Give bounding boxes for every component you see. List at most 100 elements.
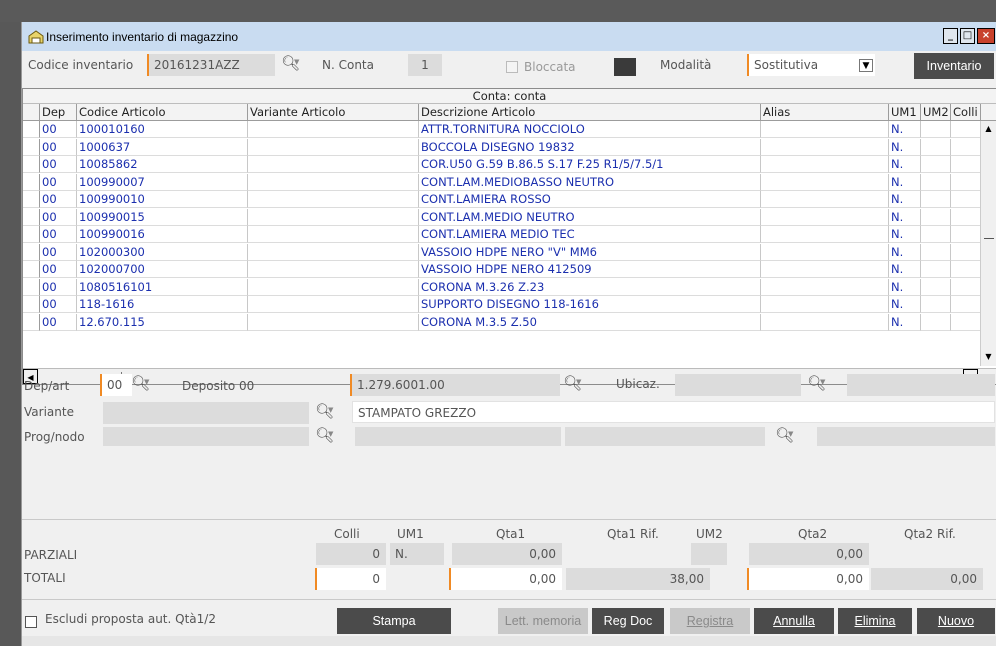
cell-um1[interactable]: N.: [889, 156, 921, 173]
cell-descrizione[interactable]: COR.U50 G.59 B.86.5 S.17 F.25 R1/5/7.5/1: [419, 156, 761, 173]
chevron-down-icon[interactable]: ▼: [859, 59, 873, 72]
cell-alias[interactable]: [761, 138, 889, 156]
cell-codice[interactable]: 100990010: [77, 191, 248, 208]
scroll-thumb[interactable]: [984, 238, 994, 239]
cell-alias[interactable]: [761, 261, 889, 278]
prognodo-search2-icon[interactable]: 🔍︎ ▼: [774, 426, 796, 446]
col-codice-articolo[interactable]: Codice Articolo: [77, 104, 248, 121]
dep-search-icon[interactable]: 🔍︎ ▼: [130, 374, 152, 394]
cell-um2[interactable]: [921, 226, 951, 243]
row-selector[interactable]: [23, 278, 40, 296]
cell-descrizione[interactable]: SUPPORTO DISEGNO 118-1616: [419, 296, 761, 313]
cell-alias[interactable]: [761, 226, 889, 243]
cell-dep[interactable]: 00: [40, 156, 77, 173]
cell-alias[interactable]: [761, 243, 889, 261]
dep-field[interactable]: 00: [100, 374, 132, 396]
cell-codice[interactable]: 12.670.115: [77, 313, 248, 331]
cell-um1[interactable]: N.: [889, 261, 921, 278]
cell-alias[interactable]: [761, 313, 889, 331]
cell-colli[interactable]: [951, 278, 981, 296]
cell-codice[interactable]: 102000300: [77, 243, 248, 261]
cell-colli[interactable]: [951, 191, 981, 208]
row-selector[interactable]: [23, 121, 40, 138]
cell-colli[interactable]: [951, 208, 981, 226]
cell-variante[interactable]: [248, 121, 419, 138]
cell-descrizione[interactable]: CORONA M.3.26 Z.23: [419, 278, 761, 296]
cell-variante[interactable]: [248, 138, 419, 156]
inventario-button[interactable]: Inventario: [914, 53, 994, 79]
row-selector[interactable]: [23, 156, 40, 173]
cell-codice[interactable]: 1000637: [77, 138, 248, 156]
cell-um1[interactable]: N.: [889, 243, 921, 261]
cell-dep[interactable]: 00: [40, 121, 77, 138]
cell-um1[interactable]: N.: [889, 208, 921, 226]
codice-search-icon[interactable]: 🔍︎ ▼: [280, 54, 302, 74]
cell-dep[interactable]: 00: [40, 261, 77, 278]
cell-dep[interactable]: 00: [40, 138, 77, 156]
annulla-button[interactable]: Annulla: [754, 608, 834, 634]
cell-dep[interactable]: 00: [40, 243, 77, 261]
cell-dep[interactable]: 00: [40, 296, 77, 313]
elimina-button[interactable]: Elimina: [838, 608, 912, 634]
cell-um2[interactable]: [921, 243, 951, 261]
totali-qta1[interactable]: 0,00: [449, 568, 562, 590]
cell-dep[interactable]: 00: [40, 173, 77, 191]
cell-um2[interactable]: [921, 313, 951, 331]
cell-alias[interactable]: [761, 173, 889, 191]
cell-variante[interactable]: [248, 173, 419, 191]
cell-um2[interactable]: [921, 278, 951, 296]
cell-um2[interactable]: [921, 296, 951, 313]
scroll-down-icon[interactable]: ▼: [981, 349, 996, 364]
cell-dep[interactable]: 00: [40, 208, 77, 226]
variante-search-icon[interactable]: 🔍︎ ▼: [314, 402, 336, 422]
cell-descrizione[interactable]: CONT.LAMIERA MEDIO TEC: [419, 226, 761, 243]
cell-dep[interactable]: 00: [40, 226, 77, 243]
cell-codice[interactable]: 1080516101: [77, 278, 248, 296]
cell-colli[interactable]: [951, 261, 981, 278]
row-selector[interactable]: [23, 243, 40, 261]
cell-um1[interactable]: N.: [889, 173, 921, 191]
reg-doc-button[interactable]: Reg Doc: [592, 608, 664, 634]
scroll-up-icon[interactable]: ▲: [981, 121, 996, 136]
cell-variante[interactable]: [248, 243, 419, 261]
ubicaz-field[interactable]: [675, 374, 801, 396]
cell-um2[interactable]: [921, 121, 951, 138]
cell-variante[interactable]: [248, 226, 419, 243]
cell-um2[interactable]: [921, 138, 951, 156]
maximize-button[interactable]: □: [960, 28, 975, 44]
cell-descrizione[interactable]: VASSOIO HDPE NERO "V" MM6: [419, 243, 761, 261]
row-selector[interactable]: [23, 173, 40, 191]
cell-codice[interactable]: 100010160: [77, 121, 248, 138]
cell-variante[interactable]: [248, 296, 419, 313]
row-selector[interactable]: [23, 261, 40, 278]
cell-dep[interactable]: 00: [40, 313, 77, 331]
cell-um1[interactable]: N.: [889, 138, 921, 156]
cell-descrizione[interactable]: VASSOIO HDPE NERO 412509: [419, 261, 761, 278]
prognodo-field[interactable]: [103, 427, 309, 446]
cell-variante[interactable]: [248, 278, 419, 296]
row-selector[interactable]: [23, 208, 40, 226]
col-descrizione-articolo[interactable]: Descrizione Articolo: [419, 104, 761, 121]
cell-um1[interactable]: N.: [889, 278, 921, 296]
cell-variante[interactable]: [248, 208, 419, 226]
close-button[interactable]: ×: [977, 28, 995, 44]
cell-descrizione[interactable]: CORONA M.3.5 Z.50: [419, 313, 761, 331]
col-um2[interactable]: UM2: [921, 104, 951, 121]
col-alias[interactable]: Alias: [761, 104, 889, 121]
totali-qta2[interactable]: 0,00: [747, 568, 869, 590]
cell-alias[interactable]: [761, 191, 889, 208]
totali-colli[interactable]: 0: [315, 568, 386, 590]
cell-colli[interactable]: [951, 296, 981, 313]
cell-variante[interactable]: [248, 261, 419, 278]
cell-variante[interactable]: [248, 191, 419, 208]
cell-alias[interactable]: [761, 208, 889, 226]
cell-um1[interactable]: N.: [889, 296, 921, 313]
row-selector[interactable]: [23, 226, 40, 243]
cell-codice[interactable]: 118-1616: [77, 296, 248, 313]
cell-colli[interactable]: [951, 138, 981, 156]
nuovo-button[interactable]: Nuovo: [917, 608, 995, 634]
articolo-search-icon[interactable]: 🔍︎ ▼: [562, 374, 584, 394]
col-dep[interactable]: Dep: [40, 104, 77, 121]
row-selector[interactable]: [23, 138, 40, 156]
col-variante-articolo[interactable]: Variante Articolo: [248, 104, 419, 121]
